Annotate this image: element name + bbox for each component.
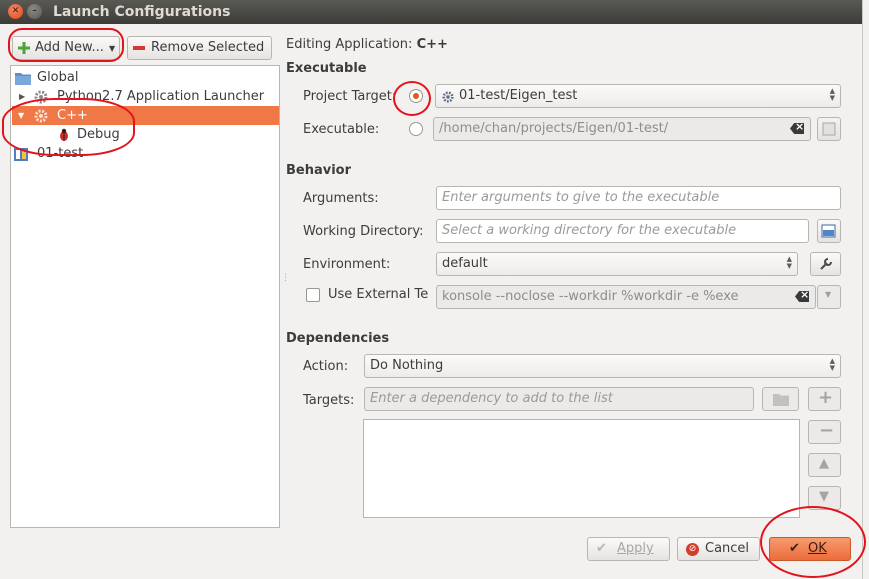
targets-placeholder: Enter a dependency to add to the list bbox=[370, 391, 613, 406]
terminal-dropdown-button[interactable]: ▼ bbox=[817, 285, 841, 309]
editing-name: C++ bbox=[416, 37, 448, 52]
clear-icon[interactable] bbox=[790, 123, 804, 134]
tree-item-global[interactable]: Global bbox=[12, 68, 279, 87]
action-select[interactable]: Do Nothing ▲ ▼ bbox=[364, 354, 841, 378]
spin-arrows-icon: ▲ ▼ bbox=[829, 87, 835, 102]
remove-selected-button[interactable]: Remove Selected bbox=[127, 36, 272, 60]
chevron-down-icon: ▼ bbox=[825, 290, 832, 299]
annotation-circle-cpp-debug bbox=[2, 98, 135, 156]
title-bar: ✕ – Launch Configurations bbox=[0, 0, 862, 24]
project-target-select[interactable]: 01-test/Eigen_test ▲ ▼ bbox=[435, 84, 841, 108]
external-terminal-checkbox[interactable] bbox=[306, 288, 320, 302]
executable-radio[interactable] bbox=[409, 122, 423, 136]
move-up-button[interactable]: ▲ bbox=[808, 453, 841, 477]
cancel-button[interactable]: ⊘ Cancel bbox=[677, 537, 760, 561]
spin-arrows-icon: ▲ ▼ bbox=[786, 255, 792, 270]
executable-header: Executable bbox=[286, 61, 367, 76]
launch-configurations-dialog: ✕ – Launch Configurations Add New... ▼ R… bbox=[0, 0, 869, 579]
environment-select[interactable]: default ▲ ▼ bbox=[436, 252, 798, 276]
executable-label: Executable: bbox=[303, 122, 380, 137]
minus-icon bbox=[133, 46, 145, 50]
folder-icon bbox=[773, 394, 789, 406]
wrench-icon bbox=[820, 258, 832, 270]
environment-label: Environment: bbox=[303, 257, 391, 272]
browse-executable-button[interactable] bbox=[817, 117, 841, 141]
environment-value: default bbox=[442, 256, 488, 271]
working-directory-placeholder: Select a working directory for the execu… bbox=[442, 223, 737, 238]
arrow-down-icon: ▼ bbox=[819, 489, 829, 504]
minimize-window-button[interactable]: – bbox=[27, 4, 42, 19]
targets-list[interactable] bbox=[363, 419, 800, 518]
spin-arrows-icon: ▲ ▼ bbox=[829, 357, 835, 372]
tree-item-label: Global bbox=[37, 70, 79, 85]
external-terminal-label: Use External Te bbox=[328, 287, 428, 302]
external-terminal-value: konsole --noclose --workdir %workdir -e … bbox=[442, 289, 739, 304]
browse-targets-button[interactable] bbox=[762, 387, 799, 411]
targets-label: Targets: bbox=[303, 393, 355, 408]
arrow-up-icon: ▲ bbox=[819, 456, 829, 471]
action-label: Action: bbox=[303, 359, 349, 374]
plus-icon: + bbox=[818, 387, 834, 408]
file-open-icon bbox=[822, 122, 836, 136]
arguments-label: Arguments: bbox=[303, 191, 379, 206]
window-edge bbox=[862, 0, 869, 579]
editing-prefix: Editing Application: bbox=[286, 37, 413, 52]
project-target-value: 01-test/Eigen_test bbox=[459, 88, 578, 103]
cancel-icon: ⊘ bbox=[686, 543, 699, 556]
add-target-button[interactable]: + bbox=[808, 387, 841, 411]
remove-selected-label: Remove Selected bbox=[151, 40, 265, 55]
targets-input[interactable]: Enter a dependency to add to the list bbox=[364, 387, 754, 411]
folder-icon bbox=[15, 73, 31, 85]
annotation-circle-ok bbox=[760, 506, 866, 578]
gear-icon bbox=[442, 91, 454, 103]
minus-icon: − bbox=[819, 420, 835, 441]
working-directory-label: Working Directory: bbox=[303, 224, 424, 239]
apply-button[interactable]: ✔ Apply bbox=[587, 537, 670, 561]
window-title: Launch Configurations bbox=[53, 4, 231, 20]
external-terminal-input[interactable]: konsole --noclose --workdir %workdir -e … bbox=[436, 285, 816, 309]
executable-path-value: /home/chan/projects/Eigen/01-test/ bbox=[439, 121, 669, 136]
annotation-circle-add-new bbox=[8, 28, 124, 62]
behavior-header: Behavior bbox=[286, 163, 352, 178]
splitter-handle[interactable]: ⋮ bbox=[281, 274, 290, 290]
configure-environment-button[interactable] bbox=[810, 252, 841, 276]
arguments-placeholder: Enter arguments to give to the executabl… bbox=[442, 190, 720, 205]
check-icon: ✔ bbox=[596, 541, 607, 556]
apply-label: Apply bbox=[617, 541, 654, 556]
project-target-label: Project Target: bbox=[303, 89, 397, 104]
dependencies-header: Dependencies bbox=[286, 331, 390, 346]
working-directory-input[interactable]: Select a working directory for the execu… bbox=[436, 219, 809, 243]
folder-open-icon bbox=[821, 224, 836, 238]
action-value: Do Nothing bbox=[370, 358, 444, 373]
annotation-circle-project-target bbox=[393, 81, 431, 116]
editing-application-label: Editing Application: C++ bbox=[286, 37, 448, 53]
clear-icon[interactable] bbox=[795, 291, 809, 302]
executable-path-field[interactable]: /home/chan/projects/Eigen/01-test/ bbox=[433, 117, 811, 141]
cancel-label: Cancel bbox=[705, 541, 750, 556]
remove-target-button[interactable]: − bbox=[808, 420, 841, 444]
arguments-input[interactable]: Enter arguments to give to the executabl… bbox=[436, 186, 841, 210]
close-window-button[interactable]: ✕ bbox=[8, 4, 23, 19]
browse-directory-button[interactable] bbox=[817, 219, 841, 243]
